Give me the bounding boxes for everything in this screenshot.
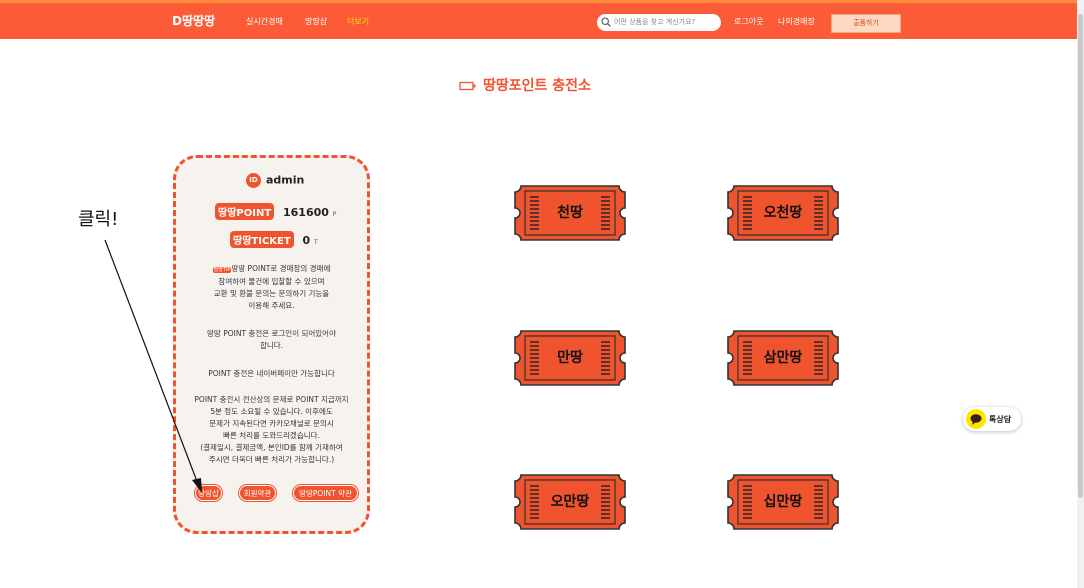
ticket-1000[interactable]: 천땅: [513, 183, 627, 243]
desc-line: POINT 충전시 전산상의 문제로 POINT 지급까지: [194, 395, 349, 404]
nav-more[interactable]: 더보기: [347, 16, 369, 27]
desc-line: 합니다.: [259, 341, 284, 350]
desc-line: 참여하여 물건에 입찰할 수 있으며: [218, 277, 325, 286]
search-input[interactable]: 어떤 상품을 찾고 계신가요?: [597, 14, 721, 31]
desc-line: 주시면 더욱더 빠른 처리가 가능합니다.): [208, 455, 335, 464]
kakao-chat-button[interactable]: 톡상담: [963, 407, 1021, 431]
ticket-row: 땅땅TICKET 0 T: [230, 231, 318, 248]
click-annotation: 클릭!: [78, 209, 119, 230]
user-id-row: ID admin: [246, 173, 304, 188]
id-badge: ID: [246, 173, 261, 188]
tip-badge: 땅땅TIP: [212, 267, 232, 273]
description-block-1: 땅땅TIP땅땅 POINT로 경매장의 경매에 참여하여 물건에 입찰할 수 있…: [179, 263, 364, 312]
point-badge: 땅땅POINT: [215, 203, 275, 220]
ticket-label: 오천땅: [763, 205, 803, 221]
desc-line: 교환 및 환불 문의는 문의하기 기능을: [213, 289, 330, 298]
ticket-label: 십만땅: [763, 494, 803, 510]
point-row: 땅땅POINT 161600 P: [215, 203, 336, 220]
desc-line: 빠른 처리를 도와드리겠습니다.: [223, 431, 320, 440]
desc-line: 땅땅 POINT 충전은 로그인이 되어있어야: [207, 329, 336, 338]
member-terms-button[interactable]: 회원약관: [239, 485, 276, 501]
site-logo[interactable]: D땅땅땅: [172, 12, 215, 29]
desc-line: 이용해 주세요.: [248, 301, 295, 310]
description-block-4: POINT 충전시 전산상의 문제로 POINT 지급까지 5분 정도 소요될 …: [179, 394, 364, 466]
my-auction-link[interactable]: 나의경매장: [778, 16, 815, 27]
ticket-50000[interactable]: 오만땅: [513, 472, 627, 532]
desc-line: 땅땅 POINT로 경매장의 경매에: [231, 264, 331, 273]
desc-line: 5분 정도 소요될 수 있습니다. 이후에도: [210, 407, 333, 416]
chat-bubble-icon: [966, 409, 986, 429]
point-terms-button[interactable]: 땅땅POINT 약관: [293, 485, 358, 501]
ticket-value: 0: [302, 234, 311, 247]
vertical-scrollbar[interactable]: [1077, 0, 1084, 588]
point-value: 161600: [283, 206, 329, 219]
logout-link[interactable]: 로그아웃: [734, 16, 763, 27]
ticket-10000[interactable]: 만땅: [513, 328, 627, 388]
point-info-card: ID admin 땅땅POINT 161600 P 땅땅TICKET 0 T 땅땅…: [173, 155, 370, 534]
ticket-unit: T: [314, 239, 318, 246]
desc-line: (결제일시, 결제금액, 본인ID를 함께 기재하여: [200, 443, 343, 452]
scrollbar-thumb[interactable]: [1078, 14, 1083, 498]
top-header: D땅땅땅 실시간경매 땅땅샵 더보기 어떤 상품을 찾고 계신가요? 로그아웃 …: [0, 0, 1077, 39]
nav-shop[interactable]: 땅땅샵: [305, 16, 327, 27]
ticket-30000[interactable]: 삼만땅: [726, 328, 840, 388]
user-id: admin: [266, 173, 305, 187]
page-title: 땅땅포인트 충전소: [483, 78, 591, 94]
search-placeholder: 어떤 상품을 찾고 계신가요?: [614, 18, 696, 26]
ticket-5000[interactable]: 오천땅: [726, 183, 840, 243]
ticket-label: 천땅: [557, 205, 583, 221]
nav-live-auction[interactable]: 실시간경매: [246, 16, 283, 27]
ticket-label: 삼만땅: [763, 350, 803, 366]
shop-button[interactable]: 땅땅샵: [195, 485, 222, 501]
description-block-2: 땅땅 POINT 충전은 로그인이 되어있어야 합니다.: [179, 328, 364, 352]
description-block-3: POINT 충전은 네이버페이만 가능합니다: [179, 368, 364, 380]
chat-label: 톡상담: [989, 415, 1012, 424]
ticket-100000[interactable]: 십만땅: [726, 472, 840, 532]
desc-line: 문제가 지속된다면 카카오채널로 문의시: [209, 419, 334, 428]
ticket-label: 만땅: [557, 350, 583, 366]
ticket-label: 오만땅: [550, 494, 590, 510]
point-unit: P: [332, 211, 337, 218]
auction-submit-button[interactable]: 출품하기: [831, 14, 901, 33]
desc-line: POINT 충전은 네이버페이만 가능합니다: [208, 369, 335, 378]
search-icon: [601, 17, 611, 27]
ticket-badge: 땅땅TICKET: [230, 231, 294, 248]
